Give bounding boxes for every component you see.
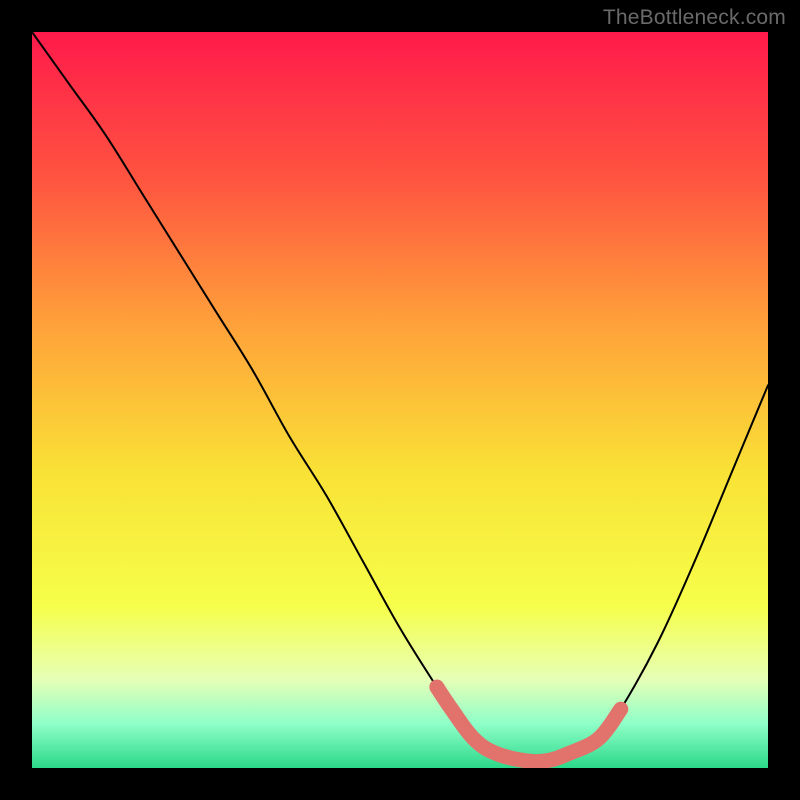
plot-area bbox=[32, 32, 768, 768]
chart-svg bbox=[32, 32, 768, 768]
watermark-text: TheBottleneck.com bbox=[603, 6, 786, 30]
chart-frame: TheBottleneck.com bbox=[0, 0, 800, 800]
gradient-background bbox=[32, 32, 768, 768]
